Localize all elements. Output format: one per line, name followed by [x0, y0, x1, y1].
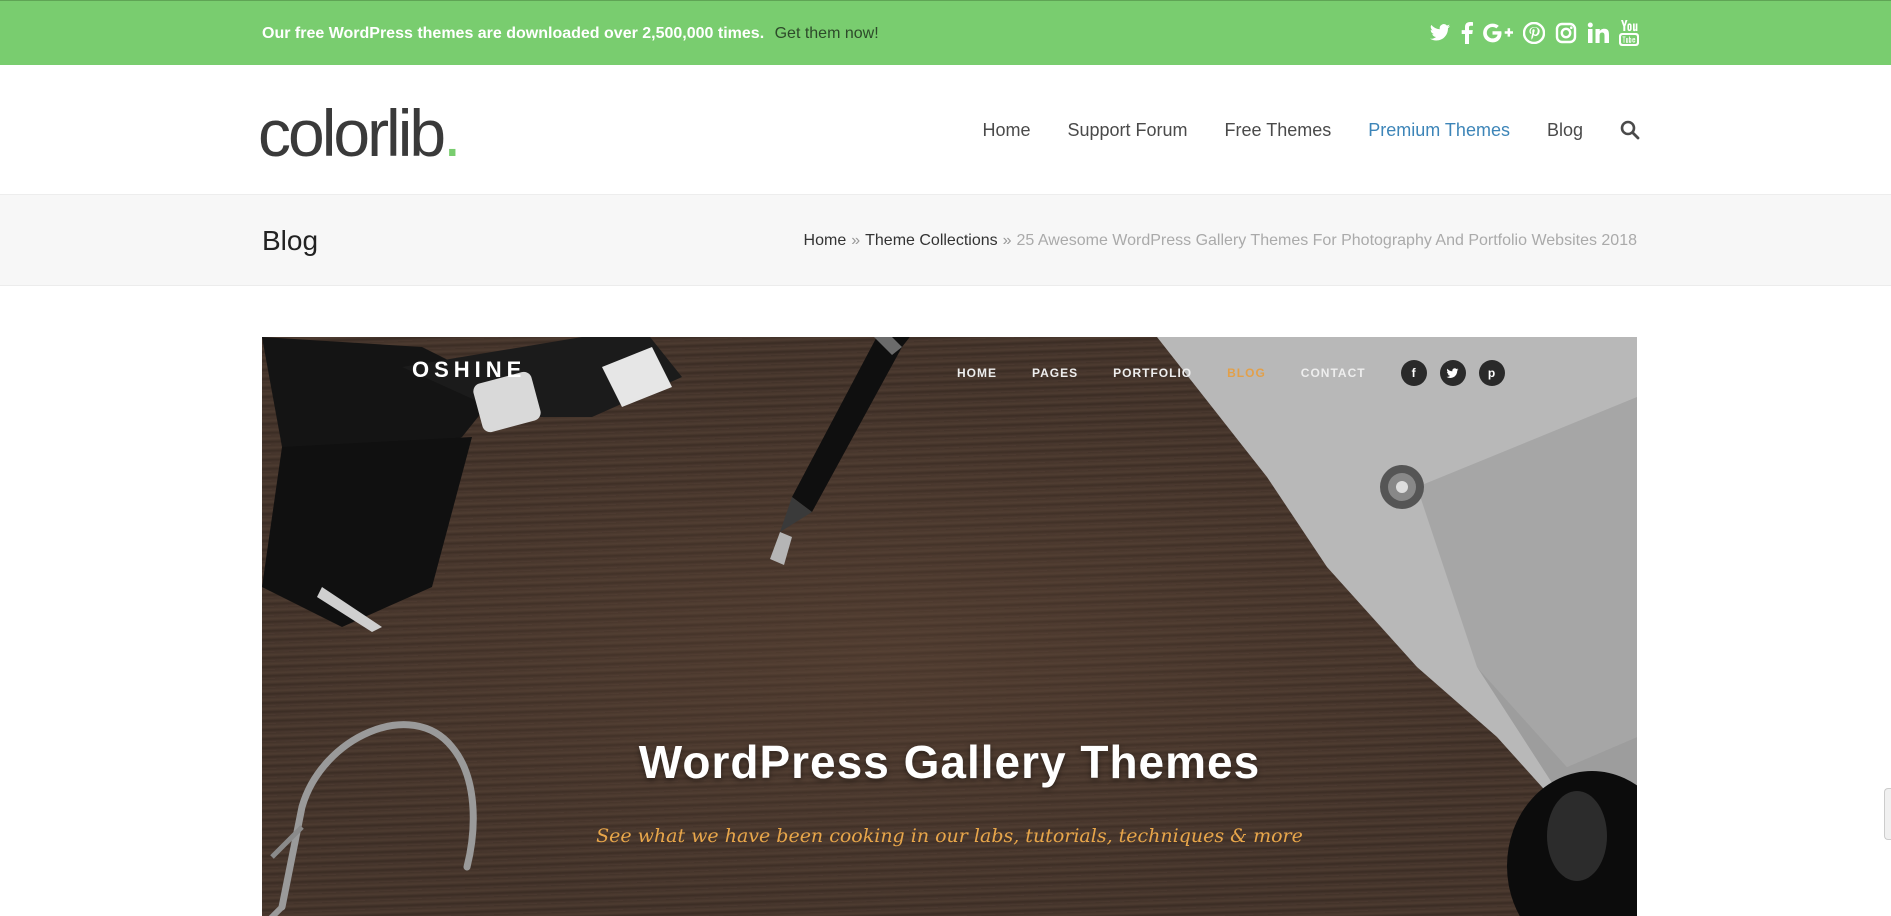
nav-free-themes[interactable]: Free Themes — [1225, 120, 1332, 141]
youtube-icon[interactable] — [1619, 20, 1639, 46]
social-links — [1429, 19, 1639, 47]
logo-dot: . — [443, 96, 461, 170]
twitter-icon — [1439, 360, 1466, 386]
hero-subtitle: See what we have been cooking in our lab… — [596, 825, 1303, 847]
breadcrumb-current: 25 Awesome WordPress Gallery Themes For … — [1016, 232, 1637, 249]
feedback-tab[interactable] — [1884, 788, 1891, 840]
site-header: colorlib. Home Support Forum Free Themes… — [0, 65, 1891, 194]
search-icon[interactable] — [1620, 120, 1640, 140]
main-nav: Home Support Forum Free Themes Premium T… — [945, 116, 1640, 144]
oshine-nav: HOME PAGES PORTFOLIO BLOG CONTACT f p — [957, 360, 1518, 386]
page-title-band: Blog Home» Theme Collections» 25 Awesome W… — [0, 194, 1891, 286]
google-plus-icon[interactable] — [1483, 20, 1513, 46]
promo-cta-link[interactable]: Get them now! — [775, 25, 879, 42]
breadcrumb-separator: » — [851, 232, 861, 249]
promo-message: Our free WordPress themes are downloaded… — [262, 25, 879, 43]
oshine-nav-blog: BLOG — [1227, 366, 1266, 380]
hero-title: WordPress Gallery Themes — [638, 736, 1261, 788]
pinterest-icon: p — [1478, 360, 1505, 386]
facebook-icon: f — [1400, 360, 1427, 386]
breadcrumb-home[interactable]: Home — [804, 232, 847, 249]
nav-premium-themes[interactable]: Premium Themes — [1368, 120, 1510, 141]
oshine-nav-portfolio: PORTFOLIO — [1113, 366, 1193, 380]
featured-image[interactable]: OSHINE HOME PAGES PORTFOLIO BLOG CONTACT… — [262, 337, 1637, 916]
promo-bar: Our free WordPress themes are downloaded… — [0, 0, 1891, 65]
promo-text: Our free WordPress themes are downloaded… — [262, 25, 765, 42]
facebook-icon[interactable] — [1461, 20, 1473, 46]
colorlib-logo[interactable]: colorlib. — [258, 93, 462, 173]
oshine-nav-contact: CONTACT — [1300, 366, 1366, 380]
breadcrumb-theme-collections[interactable]: Theme Collections — [865, 232, 998, 249]
page-title: Blog — [262, 225, 319, 256]
nav-home[interactable]: Home — [982, 120, 1030, 141]
oshine-logo: OSHINE — [412, 357, 527, 382]
oshine-nav-home: HOME — [957, 366, 997, 380]
pinterest-icon[interactable] — [1523, 20, 1545, 46]
breadcrumb: Home» Theme Collections» 25 Awesome WordPr… — [804, 231, 1637, 251]
logo-text: colorlib — [258, 96, 446, 170]
breadcrumb-separator: » — [1002, 232, 1012, 249]
twitter-icon[interactable] — [1429, 20, 1451, 46]
nav-blog[interactable]: Blog — [1547, 120, 1583, 141]
linkedin-icon[interactable] — [1587, 20, 1609, 46]
pen-graphic — [770, 337, 910, 565]
oshine-nav-pages: PAGES — [1032, 366, 1079, 380]
instagram-icon[interactable] — [1555, 20, 1577, 46]
nav-support-forum[interactable]: Support Forum — [1067, 120, 1187, 141]
